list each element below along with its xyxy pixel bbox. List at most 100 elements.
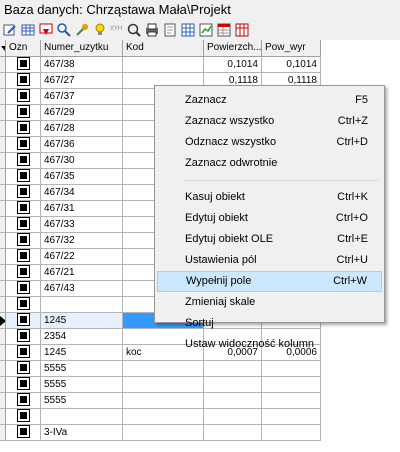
grid-icon[interactable] — [180, 22, 195, 37]
mark-checkbox[interactable] — [6, 233, 41, 249]
column-icon[interactable] — [234, 22, 249, 37]
cell-pow-wyr[interactable] — [262, 409, 321, 425]
cell-numer-uzytku[interactable]: 467/35 — [41, 169, 123, 185]
cell-numer-uzytku[interactable]: 467/34 — [41, 185, 123, 201]
cell-powierzchnia[interactable]: 0,1014 — [204, 57, 262, 73]
cell-numer-uzytku[interactable]: 467/38 — [41, 57, 123, 73]
menu-item-wypelnij-pole[interactable]: Wypełnij pole Ctrl+W — [157, 271, 382, 292]
mark-checkbox[interactable] — [6, 201, 41, 217]
cell-kod[interactable] — [123, 393, 204, 409]
cell-numer-uzytku[interactable]: 467/30 — [41, 153, 123, 169]
table-row[interactable]: 467/38 0,1014 0,1014 — [0, 57, 321, 73]
edit-icon[interactable] — [2, 22, 17, 37]
cell-powierzchnia[interactable] — [204, 393, 262, 409]
cell-numer-uzytku[interactable]: 5555 — [41, 377, 123, 393]
cell-numer-uzytku[interactable]: 1245 — [41, 313, 123, 329]
mark-checkbox[interactable] — [6, 121, 41, 137]
table-row[interactable]: 3-IVa — [0, 425, 321, 441]
cell-numer-uzytku[interactable]: 467/33 — [41, 217, 123, 233]
column-header-pow-wyr[interactable]: Pow_wyr — [262, 40, 321, 56]
menu-item-edytuj-obiekt-ole[interactable]: Edytuj obiekt OLE Ctrl+E — [157, 229, 382, 250]
cell-powierzchnia[interactable] — [204, 361, 262, 377]
menu-item-zaznacz-wszystko[interactable]: Zaznacz wszystko Ctrl+Z — [157, 111, 382, 132]
table-row[interactable]: 5555 — [0, 361, 321, 377]
page-icon[interactable] — [162, 22, 177, 37]
mark-checkbox[interactable] — [6, 409, 41, 425]
cell-powierzchnia[interactable] — [204, 409, 262, 425]
cell-numer-uzytku[interactable]: 467/36 — [41, 137, 123, 153]
cell-numer-uzytku[interactable]: 467/37 — [41, 89, 123, 105]
cell-numer-uzytku[interactable]: 467/27 — [41, 73, 123, 89]
cell-numer-uzytku[interactable]: 467/22 — [41, 249, 123, 265]
cell-kod[interactable] — [123, 361, 204, 377]
cell-numer-uzytku[interactable]: 2354 — [41, 329, 123, 345]
mark-checkbox[interactable] — [6, 137, 41, 153]
xyh-icon[interactable]: XYH — [108, 22, 124, 37]
print-icon[interactable] — [144, 22, 159, 37]
cell-pow-wyr[interactable] — [262, 393, 321, 409]
menu-item-zaznacz-odwrotnie[interactable]: Zaznacz odwrotnie — [157, 153, 382, 174]
cell-powierzchnia[interactable] — [204, 425, 262, 441]
mark-checkbox[interactable] — [6, 297, 41, 313]
menu-item-kasuj-obiekt[interactable]: Kasuj obiekt Ctrl+K — [157, 187, 382, 208]
mark-checkbox[interactable] — [6, 57, 41, 73]
search-icon[interactable] — [56, 22, 71, 37]
mark-checkbox[interactable] — [6, 217, 41, 233]
table-row[interactable]: 5555 — [0, 377, 321, 393]
cell-numer-uzytku[interactable]: 467/32 — [41, 233, 123, 249]
cell-numer-uzytku[interactable] — [41, 409, 123, 425]
cell-numer-uzytku[interactable]: 3-IVa — [41, 425, 123, 441]
menu-item-ustaw-widocznosc-kolumn[interactable]: Ustaw widoczność kolumn — [157, 334, 382, 355]
mark-checkbox[interactable] — [6, 169, 41, 185]
cell-pow-wyr[interactable] — [262, 361, 321, 377]
mark-checkbox[interactable] — [6, 73, 41, 89]
chart-icon[interactable] — [198, 22, 213, 37]
cell-pow-wyr[interactable] — [262, 425, 321, 441]
menu-item-zmieniaj-skale[interactable]: Zmieniaj skale — [157, 292, 382, 313]
sheet-icon[interactable] — [216, 22, 231, 37]
cell-numer-uzytku[interactable]: 467/43 — [41, 281, 123, 297]
column-header-ozn[interactable]: Ozn — [6, 40, 41, 56]
zoom-icon[interactable] — [126, 22, 141, 37]
menu-item-zaznacz[interactable]: Zaznacz F5 — [157, 90, 382, 111]
cell-numer-uzytku[interactable]: 1245 — [41, 345, 123, 361]
mark-checkbox[interactable] — [6, 105, 41, 121]
cell-kod[interactable] — [123, 409, 204, 425]
cell-numer-uzytku[interactable]: 5555 — [41, 361, 123, 377]
cell-numer-uzytku[interactable]: 5555 — [41, 393, 123, 409]
cell-powierzchnia[interactable] — [204, 377, 262, 393]
cell-kod[interactable] — [123, 57, 204, 73]
mark-checkbox[interactable] — [6, 361, 41, 377]
table-row[interactable]: 5555 — [0, 393, 321, 409]
column-header-numer-uzytku[interactable]: Numer_uzytku — [41, 40, 123, 56]
mark-checkbox[interactable] — [6, 153, 41, 169]
filter-icon[interactable] — [38, 22, 53, 37]
mark-checkbox[interactable] — [6, 89, 41, 105]
cell-kod[interactable] — [123, 425, 204, 441]
cell-pow-wyr[interactable] — [262, 377, 321, 393]
mark-checkbox[interactable] — [6, 185, 41, 201]
menu-item-sortuj[interactable]: Sortuj — [157, 313, 382, 334]
bulb-icon[interactable] — [92, 22, 107, 37]
menu-item-ustawienia-pol[interactable]: Ustawienia pól Ctrl+U — [157, 250, 382, 271]
cell-numer-uzytku[interactable]: 467/28 — [41, 121, 123, 137]
column-header-kod[interactable]: Kod — [123, 40, 204, 56]
mark-checkbox[interactable] — [6, 265, 41, 281]
cell-pow-wyr[interactable]: 0,1014 — [262, 57, 321, 73]
tool-icon[interactable] — [74, 22, 89, 37]
cell-numer-uzytku[interactable] — [41, 297, 123, 313]
cell-numer-uzytku[interactable]: 467/29 — [41, 105, 123, 121]
menu-item-odznacz-wszystko[interactable]: Odznacz wszystko Ctrl+D — [157, 132, 382, 153]
menu-item-edytuj-obiekt[interactable]: Edytuj obiekt Ctrl+O — [157, 208, 382, 229]
mark-checkbox[interactable] — [6, 345, 41, 361]
cell-kod[interactable] — [123, 377, 204, 393]
mark-checkbox[interactable] — [6, 249, 41, 265]
mark-checkbox[interactable] — [6, 329, 41, 345]
mark-checkbox[interactable] — [6, 377, 41, 393]
mark-checkbox[interactable] — [6, 393, 41, 409]
mark-checkbox[interactable] — [6, 281, 41, 297]
table-icon[interactable] — [20, 22, 35, 37]
cell-numer-uzytku[interactable]: 467/21 — [41, 265, 123, 281]
cell-numer-uzytku[interactable]: 467/31 — [41, 201, 123, 217]
mark-checkbox[interactable] — [6, 313, 41, 329]
